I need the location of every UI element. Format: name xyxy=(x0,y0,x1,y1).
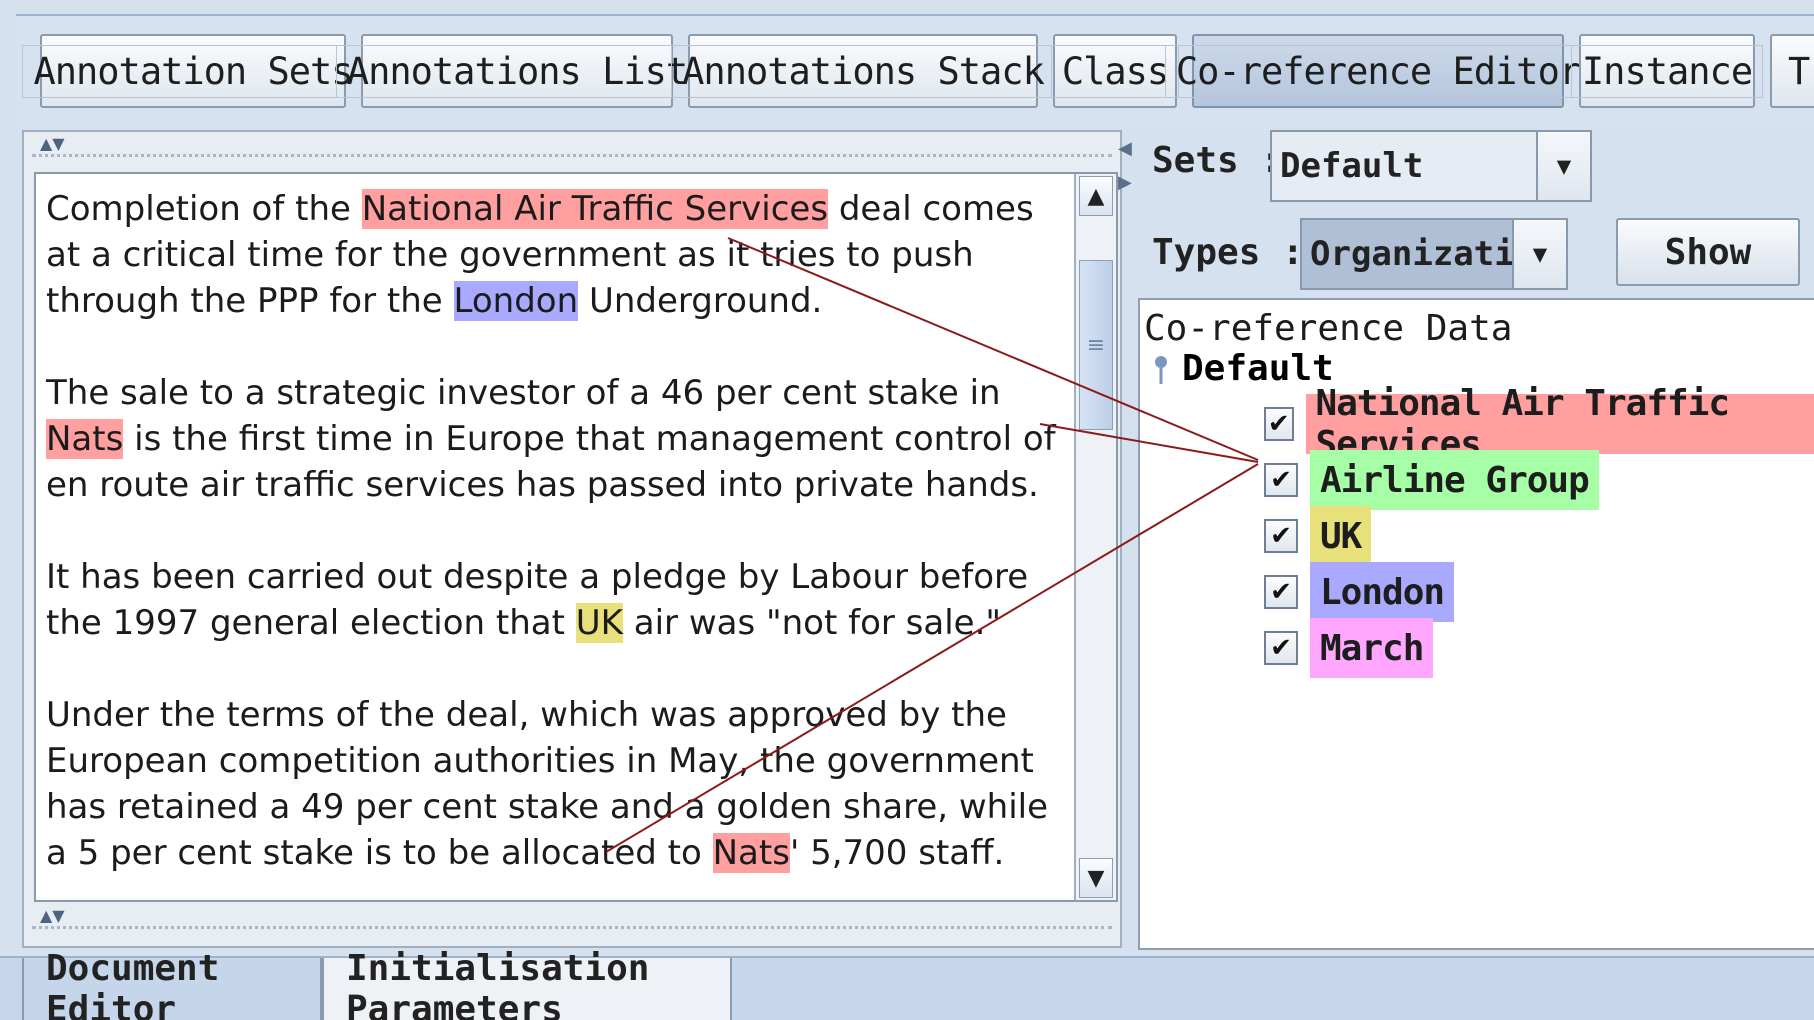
document-text[interactable]: Completion of the National Air Traffic S… xyxy=(46,186,1076,900)
coref-chain-item[interactable]: ✔ March xyxy=(1264,614,1434,682)
chain-label[interactable]: National Air Traffic Services xyxy=(1305,383,1814,465)
chain-label[interactable]: UK xyxy=(1310,506,1372,566)
types-combo[interactable]: Organization ▼ xyxy=(1300,218,1568,290)
coref-data-title: Co-reference Data xyxy=(1144,308,1513,349)
vertical-scrollbar[interactable]: ▲ ≡ ▼ xyxy=(1074,174,1116,900)
dropdown-arrow-icon[interactable]: ▼ xyxy=(1536,132,1590,200)
coreference-tree[interactable]: Co-reference Data Default ✔ National Air … xyxy=(1138,298,1814,950)
doc-paragraph: The sale to a strategic investor of a 46… xyxy=(46,370,1076,508)
tab-initialisation-parameters[interactable]: Initialisation Parameters xyxy=(322,948,732,1020)
scroll-up-button[interactable]: ▲ xyxy=(1079,176,1113,216)
doc-paragraph: It has been carried out despite a pledge… xyxy=(46,554,1076,646)
annotation-highlight[interactable]: Nats xyxy=(46,419,124,459)
doc-paragraph: Under the terms of the deal, which was a… xyxy=(46,692,1076,876)
tab-class[interactable]: Class xyxy=(1050,34,1180,108)
bottom-tab-bar: Document Editor Initialisation Parameter… xyxy=(0,948,1814,1020)
split-left-arrow-icon[interactable]: ◀ xyxy=(1118,138,1132,159)
chain-checkbox[interactable]: ✔ xyxy=(1264,575,1298,609)
chain-checkbox[interactable]: ✔ xyxy=(1264,407,1294,441)
doc-text-run: is the first time in Europe that managem… xyxy=(46,419,1056,505)
expand-arrows-icon[interactable]: ▲▼ xyxy=(40,906,65,925)
annotation-highlight[interactable]: Nats xyxy=(712,833,790,873)
types-label: Types : xyxy=(1152,232,1304,273)
annotation-highlight[interactable]: National Air Traffic Services xyxy=(361,189,829,229)
tab-annotation-sets[interactable]: Annotation Sets xyxy=(22,34,364,108)
doc-text-run: The sale to a strategic investor of a 46… xyxy=(46,373,1001,413)
scroll-down-button[interactable]: ▼ xyxy=(1079,858,1113,898)
split-right-arrow-icon[interactable]: ▶ xyxy=(1118,172,1132,193)
document-editor-pane: ▲▼ Completion of the National Air Traffi… xyxy=(22,130,1122,948)
bottom-split-divider[interactable]: ▲▼ xyxy=(32,906,1112,929)
tab-document-editor[interactable]: Document Editor xyxy=(22,948,322,1020)
chain-label[interactable]: March xyxy=(1310,618,1434,678)
sets-label: Sets : xyxy=(1152,140,1283,181)
tree-node-icon xyxy=(1155,355,1167,384)
sets-combo[interactable]: Default ▼ xyxy=(1270,130,1592,202)
gate-window: Annotation Sets Annotations List Annotat… xyxy=(0,0,1814,1020)
chain-checkbox[interactable]: ✔ xyxy=(1264,519,1298,553)
scroll-thumb[interactable]: ≡ xyxy=(1079,260,1113,430)
doc-text-run: air was "not for sale." xyxy=(622,603,1002,643)
doc-text-run: Completion of the xyxy=(46,189,362,229)
annotation-highlight[interactable]: London xyxy=(453,281,579,321)
collapse-arrows-icon[interactable]: ▲▼ xyxy=(40,134,65,153)
coreference-editor-panel: Sets : Default ▼ Types : Organization ▼ … xyxy=(1138,130,1814,950)
vertical-split-handle[interactable]: ◀ ▶ xyxy=(1118,138,1134,928)
document-text-area[interactable]: Completion of the National Air Traffic S… xyxy=(34,172,1118,902)
doc-text-run: Underground. xyxy=(578,281,823,321)
grip-icon: ≡ xyxy=(1086,332,1106,358)
tab-truncated[interactable]: T xyxy=(1770,34,1814,108)
dropdown-arrow-icon[interactable]: ▼ xyxy=(1512,220,1566,288)
tab-annotations-stack[interactable]: Annotations Stack xyxy=(671,34,1055,108)
doc-text-run: ' 5,700 staff. xyxy=(789,833,1005,873)
tab-coreference-editor[interactable]: Co-reference Editor xyxy=(1164,34,1592,108)
show-button[interactable]: Show xyxy=(1616,218,1800,286)
chain-checkbox[interactable]: ✔ xyxy=(1264,631,1298,665)
tab-annotations-list[interactable]: Annotations List xyxy=(335,34,699,108)
chain-label[interactable]: London xyxy=(1310,562,1455,622)
top-split-divider[interactable]: ▲▼ xyxy=(32,134,1112,157)
view-toolbar: Annotation Sets Annotations List Annotat… xyxy=(16,14,1814,126)
tree-root-default[interactable]: Default xyxy=(1154,348,1334,389)
annotation-highlight[interactable]: UK xyxy=(575,603,623,643)
tab-instance[interactable]: Instance xyxy=(1570,34,1764,108)
chain-checkbox[interactable]: ✔ xyxy=(1264,463,1298,497)
doc-paragraph: Completion of the National Air Traffic S… xyxy=(46,186,1076,324)
chain-label[interactable]: Airline Group xyxy=(1310,450,1599,510)
